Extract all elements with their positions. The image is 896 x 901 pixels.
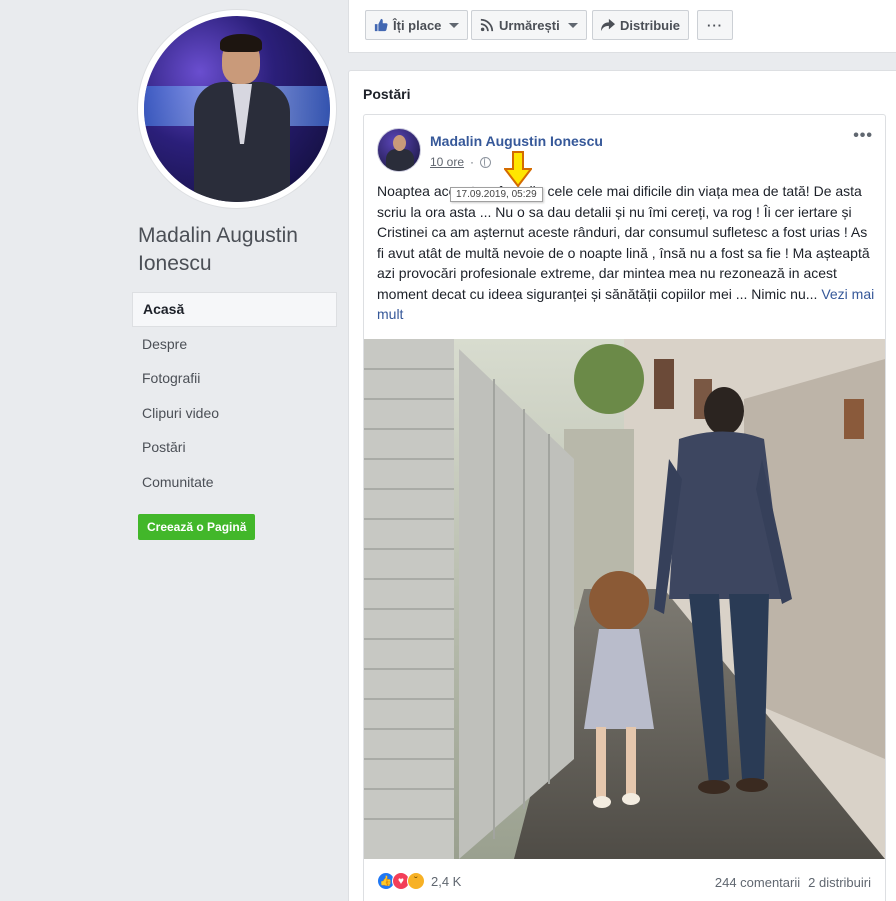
- like-page-label: Îți place: [393, 17, 442, 33]
- post-author-name[interactable]: Madalin Augustin Ionescu: [430, 133, 603, 149]
- reaction-count: 2,4 K: [431, 873, 462, 889]
- like-page-button[interactable]: Îți place: [365, 10, 469, 40]
- follow-label: Urmărești: [499, 17, 560, 33]
- nav-item-about[interactable]: Despre: [132, 327, 337, 362]
- photo-illustration: [364, 339, 885, 859]
- posts-section-title: Postări: [363, 86, 411, 102]
- share-button[interactable]: Distribuie: [592, 10, 689, 40]
- post-meta: 10 ore ·: [430, 155, 492, 169]
- shares-count-link[interactable]: 2 distribuiri: [808, 875, 871, 890]
- profile-picture[interactable]: [138, 10, 336, 208]
- page-title[interactable]: Madalin Augustin Ionescu: [138, 222, 338, 278]
- rss-icon: [480, 18, 494, 32]
- post-stats: 244 comentarii 2 distribuiri: [715, 875, 871, 890]
- nav-item-community[interactable]: Comunitate: [132, 465, 337, 500]
- post-card: Madalin Augustin Ionescu 10 ore · ••• 17…: [363, 114, 886, 901]
- page-action-bar: Îți place Urmărești Distribuie ···: [348, 0, 896, 53]
- post-timestamp[interactable]: 10 ore: [430, 155, 464, 169]
- arrow-down-icon: [504, 151, 532, 187]
- timestamp-tooltip: 17.09.2019, 05:29: [450, 187, 543, 202]
- comments-count-link[interactable]: 244 comentarii: [715, 875, 800, 890]
- nav-item-home[interactable]: Acasă: [132, 292, 337, 327]
- share-label: Distribuie: [620, 17, 680, 33]
- nav-item-videos[interactable]: Clipuri video: [132, 396, 337, 431]
- post-author-avatar[interactable]: [377, 128, 421, 172]
- post-photo[interactable]: [364, 339, 885, 859]
- chevron-down-icon: [567, 22, 578, 28]
- more-options-button[interactable]: ···: [697, 10, 733, 40]
- page-nav: Acasă Despre Fotografii Clipuri video Po…: [132, 292, 337, 499]
- thumbs-up-icon: [374, 18, 388, 32]
- post-options-icon[interactable]: •••: [853, 127, 873, 145]
- share-icon: [601, 18, 615, 32]
- sad-reaction-icon: ˘: [407, 872, 425, 890]
- profile-photo: [144, 16, 330, 202]
- create-page-button[interactable]: Creează o Pagină: [138, 514, 256, 540]
- globe-icon: [480, 156, 492, 168]
- nav-item-photos[interactable]: Fotografii: [132, 361, 337, 396]
- reactions-summary[interactable]: 👍 ♥ ˘ 2,4 K: [377, 872, 461, 890]
- nav-item-posts[interactable]: Postări: [132, 430, 337, 465]
- follow-button[interactable]: Urmărești: [471, 10, 587, 40]
- post-body: Noaptea aceasta a fost din cele cele mai…: [377, 181, 877, 325]
- chevron-down-icon: [449, 22, 460, 28]
